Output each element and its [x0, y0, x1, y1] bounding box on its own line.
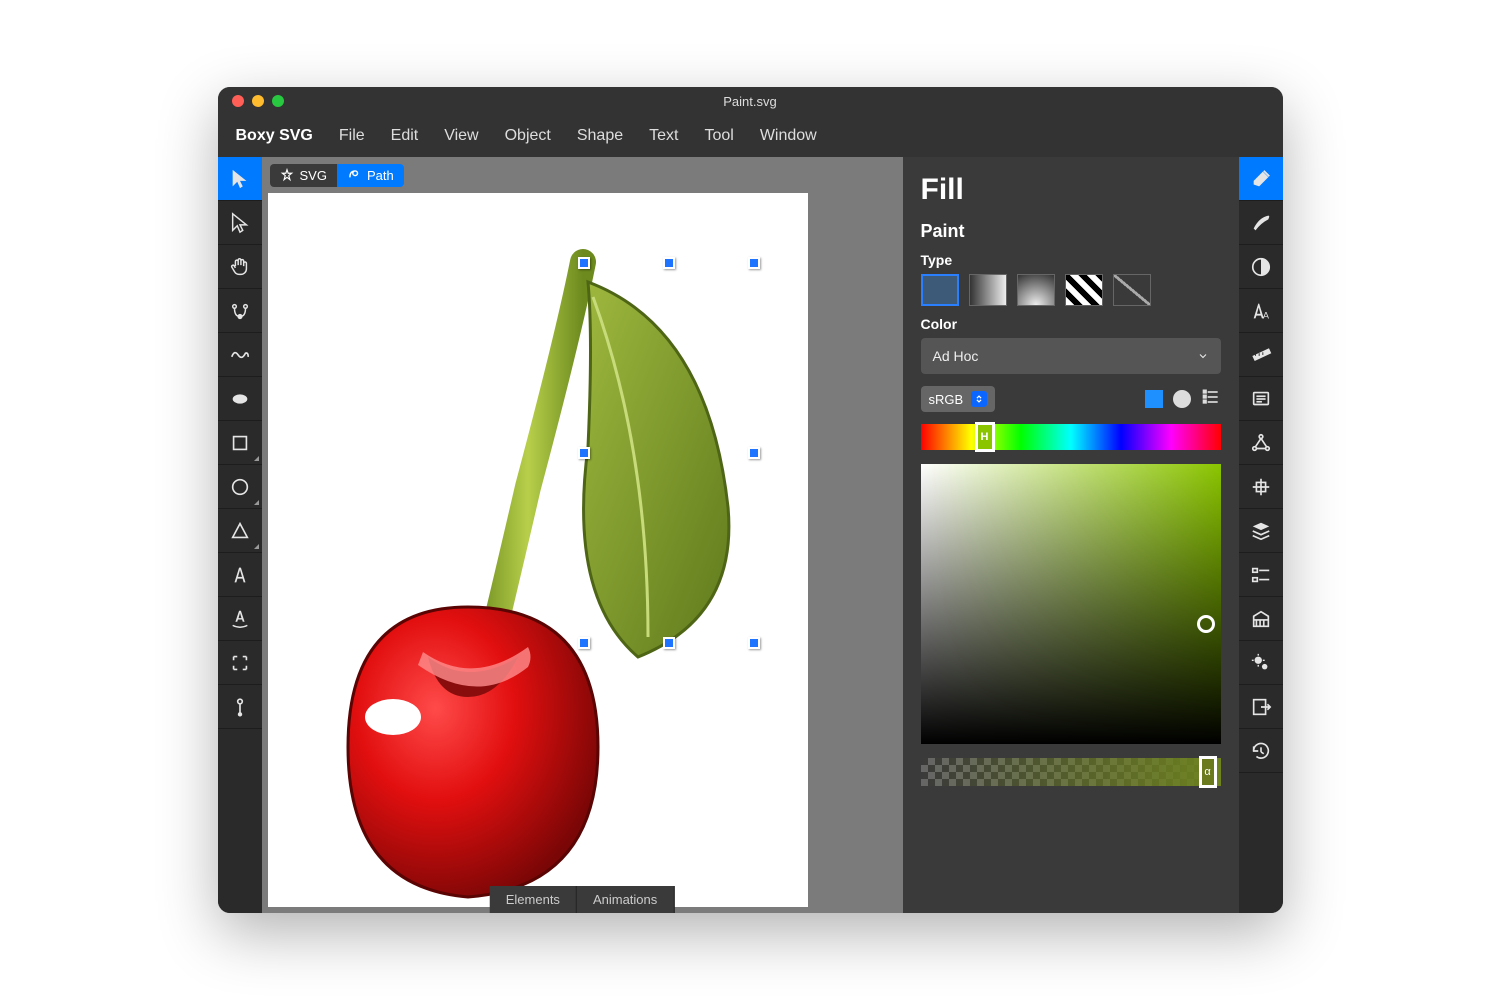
chevron-down-icon [1197, 350, 1209, 362]
fill-heading: Fill [921, 173, 1221, 207]
picker-mode-square[interactable] [1145, 390, 1163, 408]
typography-panel-tab[interactable]: A [1239, 289, 1283, 333]
hue-thumb[interactable]: H [975, 422, 995, 452]
alpha-thumb[interactable]: α [1199, 756, 1217, 788]
colorspace-value: sRGB [929, 392, 964, 407]
arrange-panel-tab[interactable] [1239, 465, 1283, 509]
path-icon [347, 168, 361, 182]
selection-handle[interactable] [663, 257, 675, 269]
menu-window[interactable]: Window [760, 127, 817, 145]
close-window-button[interactable] [232, 95, 244, 107]
paint-type-pattern[interactable] [1065, 274, 1103, 306]
library-panel-tab[interactable] [1239, 597, 1283, 641]
blob-tool[interactable] [218, 377, 262, 421]
breadcrumb-leaf[interactable]: Path [337, 164, 404, 187]
menu-shape[interactable]: Shape [577, 127, 623, 145]
menu-tool[interactable]: Tool [704, 127, 733, 145]
titlebar: Paint.svg [218, 87, 1283, 115]
generators-panel-tab[interactable] [1239, 641, 1283, 685]
color-preset-dropdown[interactable]: Ad Hoc [921, 338, 1221, 374]
menubar: Boxy SVG File Edit View Object Shape Tex… [218, 115, 1283, 157]
compositing-panel-tab[interactable] [1239, 245, 1283, 289]
minimize-window-button[interactable] [252, 95, 264, 107]
alpha-slider[interactable]: α [921, 758, 1221, 786]
selection-handle[interactable] [748, 447, 760, 459]
window-title: Paint.svg [723, 94, 776, 109]
svg-text:A: A [1262, 310, 1269, 320]
objects-panel-tab[interactable] [1239, 509, 1283, 553]
color-preset-value: Ad Hoc [933, 348, 979, 364]
paint-type-none[interactable] [1113, 274, 1151, 306]
bottom-tabs: Elements Animations [490, 886, 675, 913]
geometry-panel-tab[interactable] [1239, 333, 1283, 377]
color-controls-row: sRGB [921, 386, 1221, 412]
view-tool[interactable] [218, 641, 262, 685]
center-area: SVG Path [262, 157, 903, 913]
picker-mode-wheel[interactable] [1173, 390, 1191, 408]
selection-handle[interactable] [578, 447, 590, 459]
right-toolbar: A [1239, 157, 1283, 913]
select-tool[interactable] [218, 157, 262, 201]
colorspace-select[interactable]: sRGB [921, 386, 996, 412]
stroke-panel-tab[interactable] [1239, 201, 1283, 245]
selection-handle[interactable] [748, 637, 760, 649]
workspace: SVG Path [218, 157, 1283, 913]
left-toolbar [218, 157, 262, 913]
text-path-tool[interactable] [218, 597, 262, 641]
bezier-tool[interactable] [218, 289, 262, 333]
updown-icon [971, 391, 987, 407]
tab-animations[interactable]: Animations [577, 886, 674, 913]
triangle-tool[interactable] [218, 509, 262, 553]
canvas[interactable] [268, 193, 808, 907]
meta-panel-tab[interactable] [1239, 377, 1283, 421]
breadcrumb-leaf-label: Path [367, 168, 394, 183]
app-name[interactable]: Boxy SVG [236, 127, 313, 145]
picker-mode-sliders[interactable] [1201, 387, 1221, 412]
direct-select-tool[interactable] [218, 201, 262, 245]
app-window: Paint.svg Boxy SVG File Edit View Object… [218, 87, 1283, 913]
fill-panel-content: Fill Paint Type Color Ad Hoc sRGB [903, 157, 1239, 913]
maximize-window-button[interactable] [272, 95, 284, 107]
traffic-lights [232, 95, 284, 107]
breadcrumb-root[interactable]: SVG [270, 164, 337, 187]
canvas-viewport[interactable]: Elements Animations [262, 193, 903, 913]
history-panel-tab[interactable] [1239, 729, 1283, 773]
color-label: Color [921, 316, 1221, 332]
tab-elements[interactable]: Elements [490, 886, 577, 913]
menu-object[interactable]: Object [505, 127, 551, 145]
export-panel-tab[interactable] [1239, 685, 1283, 729]
selection-handle[interactable] [578, 257, 590, 269]
paint-type-solid[interactable] [921, 274, 959, 306]
selection-handle[interactable] [748, 257, 760, 269]
hue-slider[interactable]: H [921, 424, 1221, 450]
sv-thumb[interactable] [1197, 615, 1215, 633]
menu-file[interactable]: File [339, 127, 365, 145]
selection-handle[interactable] [663, 637, 675, 649]
paint-type-radial-gradient[interactable] [1017, 274, 1055, 306]
ellipse-tool[interactable] [218, 465, 262, 509]
saturation-value-picker[interactable] [921, 464, 1221, 744]
anchor-tool[interactable] [218, 685, 262, 729]
rectangle-tool[interactable] [218, 421, 262, 465]
artwork-cherry [268, 193, 808, 907]
breadcrumb: SVG Path [262, 157, 903, 193]
svg-root-icon [280, 168, 294, 182]
paint-type-linear-gradient[interactable] [969, 274, 1007, 306]
elements-panel-tab[interactable] [1239, 553, 1283, 597]
freehand-tool[interactable] [218, 333, 262, 377]
menu-view[interactable]: View [444, 127, 478, 145]
text-tool[interactable] [218, 553, 262, 597]
pan-tool[interactable] [218, 245, 262, 289]
menu-text[interactable]: Text [649, 127, 678, 145]
breadcrumb-root-label: SVG [300, 168, 327, 183]
type-label: Type [921, 252, 1221, 268]
fill-panel-tab[interactable] [1239, 157, 1283, 201]
shape-panel-tab[interactable] [1239, 421, 1283, 465]
selection-handle[interactable] [578, 637, 590, 649]
paint-type-row [921, 274, 1221, 306]
paint-heading: Paint [921, 221, 1221, 242]
menu-edit[interactable]: Edit [391, 127, 419, 145]
